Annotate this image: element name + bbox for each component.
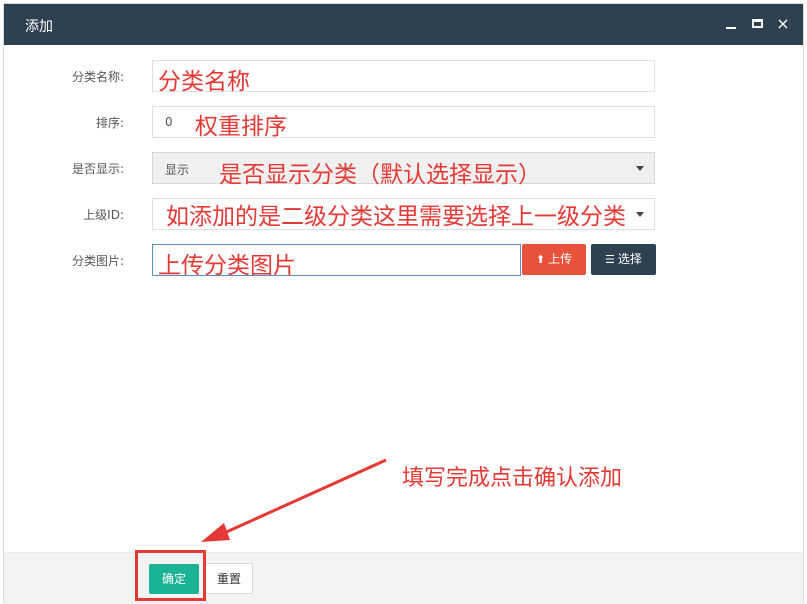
confirm-highlight-box	[135, 550, 206, 601]
dialog-footer	[4, 552, 803, 604]
annotation-arrow	[201, 458, 387, 542]
reset-button[interactable]: 重置	[205, 563, 253, 594]
add-category-dialog: 添加 × 分类名称: 分类名称 排序: 0 权重排序 是否显示: 显示 是否显示…	[3, 3, 804, 604]
